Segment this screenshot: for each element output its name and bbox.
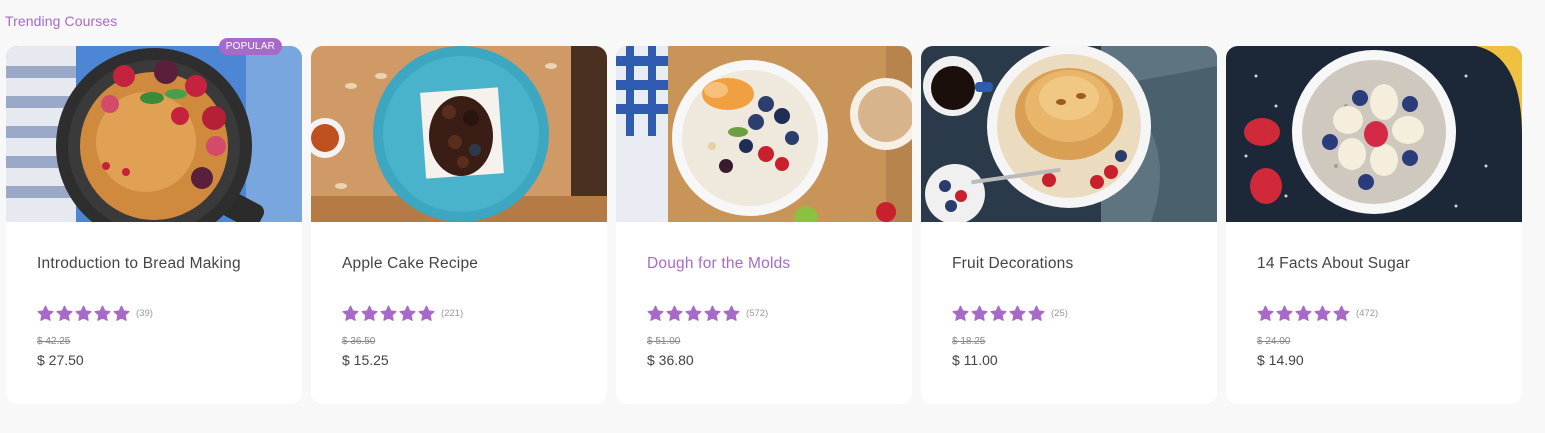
- star-icon: [361, 305, 378, 321]
- star-rating: (25): [952, 305, 1068, 322]
- course-thumbnail[interactable]: [1226, 46, 1522, 222]
- star-icon: [1314, 305, 1331, 321]
- star-icon: [1295, 305, 1312, 321]
- star-rating: (39): [37, 305, 153, 322]
- star-icon: [647, 305, 664, 321]
- rating-count: (221): [441, 308, 464, 319]
- course-title[interactable]: Introduction to Bread Making: [37, 255, 241, 273]
- old-price: $ 36.50: [342, 336, 376, 347]
- price: $ 36.80: [647, 352, 694, 368]
- old-price: $ 18.25: [952, 336, 986, 347]
- popular-badge: POPULAR: [218, 38, 282, 55]
- course-thumbnail[interactable]: [921, 46, 1217, 222]
- rating-count: (472): [1356, 308, 1379, 319]
- star-icon: [704, 305, 721, 321]
- star-icon: [399, 305, 416, 321]
- course-card[interactable]: POPULAR Introduction to Bread Making (39…: [6, 38, 302, 404]
- star-icon: [1257, 305, 1274, 321]
- star-icon: [380, 305, 397, 321]
- skillet-pancake-image: [6, 46, 302, 222]
- price: $ 15.25: [342, 352, 389, 368]
- old-price: $ 42.25: [37, 336, 71, 347]
- star-icon: [418, 305, 435, 321]
- star-icon: [94, 305, 111, 321]
- star-icon: [1333, 305, 1350, 321]
- old-price: $ 51.00: [647, 336, 681, 347]
- course-card[interactable]: 14 Facts About Sugar (472) $ 24.00 $ 14.…: [1226, 46, 1522, 404]
- course-thumbnail[interactable]: [616, 46, 912, 222]
- star-icon: [952, 305, 969, 321]
- star-icon: [990, 305, 1007, 321]
- star-icon: [685, 305, 702, 321]
- course-title[interactable]: Fruit Decorations: [952, 255, 1073, 273]
- course-card-list: POPULAR Introduction to Bread Making (39…: [6, 38, 1522, 404]
- price: $ 14.90: [1257, 352, 1304, 368]
- star-icon: [113, 305, 130, 321]
- course-thumbnail[interactable]: [6, 46, 302, 222]
- course-title[interactable]: Apple Cake Recipe: [342, 255, 478, 273]
- star-icon: [342, 305, 359, 321]
- star-icon: [723, 305, 740, 321]
- star-rating: (221): [342, 305, 463, 322]
- course-title[interactable]: 14 Facts About Sugar: [1257, 255, 1410, 273]
- rating-count: (25): [1051, 308, 1068, 319]
- pancake-stack-image: [921, 46, 1217, 222]
- rating-count: (572): [746, 308, 769, 319]
- star-icon: [56, 305, 73, 321]
- star-icon: [37, 305, 54, 321]
- price: $ 11.00: [952, 352, 998, 368]
- star-icon: [666, 305, 683, 321]
- course-card[interactable]: Apple Cake Recipe (221) $ 36.50 $ 15.25: [311, 46, 607, 404]
- star-icon: [1276, 305, 1293, 321]
- star-icon: [75, 305, 92, 321]
- star-rating: (572): [647, 305, 768, 322]
- course-title[interactable]: Dough for the Molds: [647, 255, 790, 273]
- section-title: Trending Courses: [5, 13, 118, 29]
- fruit-bowl-image: [616, 46, 912, 222]
- price: $ 27.50: [37, 352, 84, 368]
- oatmeal-bowl-image: [1226, 46, 1522, 222]
- star-icon: [1009, 305, 1026, 321]
- chocolate-cake-image: [311, 46, 607, 222]
- old-price: $ 24.00: [1257, 336, 1291, 347]
- course-card[interactable]: Dough for the Molds (572) $ 51.00 $ 36.8…: [616, 46, 912, 404]
- course-card[interactable]: Fruit Decorations (25) $ 18.25 $ 11.00: [921, 46, 1217, 404]
- star-rating: (472): [1257, 305, 1378, 322]
- rating-count: (39): [136, 308, 153, 319]
- course-thumbnail[interactable]: [311, 46, 607, 222]
- star-icon: [1028, 305, 1045, 321]
- star-icon: [971, 305, 988, 321]
